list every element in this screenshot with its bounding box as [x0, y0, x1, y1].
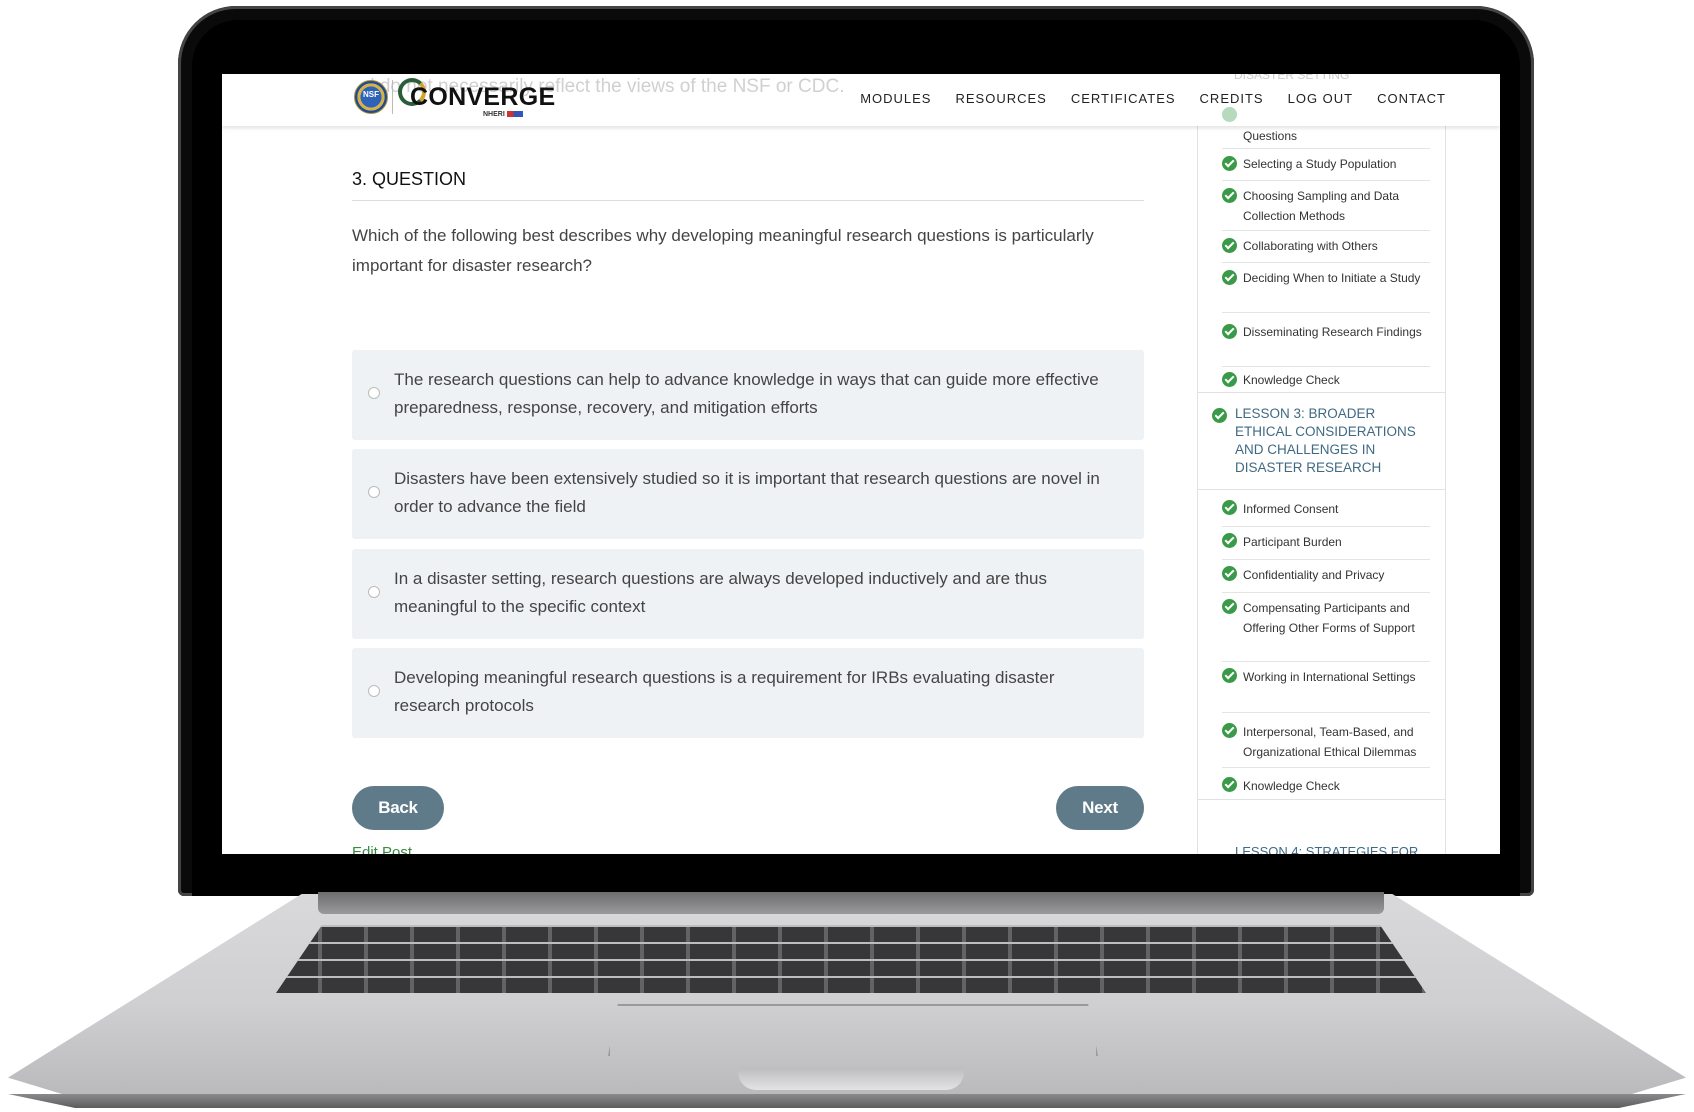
sidebar-item-international[interactable]: Working in International Settings [1222, 662, 1430, 713]
laptop-lid-notch [738, 1068, 964, 1090]
sidebar-item-label: Deciding When to Initiate a Study [1243, 271, 1421, 285]
faded-check-icon [1222, 107, 1237, 122]
question-divider [352, 200, 1144, 201]
sidebar-ghost-heading: DISASTER SETTING [1234, 74, 1350, 82]
answer-option-text: Disasters have been extensively studied … [394, 469, 1100, 516]
lesson-title: LESSON 3: BROADER ETHICAL CONSIDERATIONS… [1235, 406, 1416, 475]
answer-option-3[interactable]: In a disaster setting, research question… [352, 549, 1144, 639]
check-icon [1222, 324, 1237, 339]
check-icon [1222, 599, 1237, 614]
check-icon [1222, 723, 1237, 738]
radio-button[interactable] [368, 586, 380, 598]
check-icon [1222, 777, 1237, 792]
radio-button[interactable] [368, 685, 380, 697]
sidebar-item-confidentiality[interactable]: Confidentiality and Privacy [1222, 560, 1430, 593]
answer-option-text: The research questions can help to advan… [394, 370, 1099, 417]
check-icon [1222, 500, 1237, 515]
sidebar-item-participant-burden[interactable]: Participant Burden [1222, 527, 1430, 560]
nheri-logo-text: NHERI [483, 111, 505, 118]
keyboard-rows [276, 925, 1426, 993]
sidebar-item-label: Informed Consent [1243, 502, 1339, 516]
sidebar-item-label: Choosing Sampling and Data Collection Me… [1243, 189, 1400, 223]
answer-option-text: In a disaster setting, research question… [394, 569, 1047, 616]
sidebar-item-label: Working in International Settings [1243, 670, 1416, 684]
sidebar-lesson-4[interactable]: LESSON 4: STRATEGIES FOR [1198, 799, 1445, 854]
check-icon [1222, 566, 1237, 581]
answer-option-1[interactable]: The research questions can help to advan… [352, 350, 1144, 440]
nav-resources[interactable]: RESOURCES [955, 91, 1046, 106]
nav-certificates[interactable]: CERTIFICATES [1071, 91, 1176, 106]
logo-divider [392, 80, 393, 114]
sidebar-item-disseminating[interactable]: Disseminating Research Findings [1222, 318, 1430, 367]
sidebar-item-ethical-dilemmas[interactable]: Interpersonal, Team-Based, and Organizat… [1222, 717, 1430, 768]
sidebar-item-label: Participant Burden [1243, 535, 1342, 549]
nheri-mark-icon [507, 111, 523, 117]
laptop-trackpad [608, 1004, 1098, 1056]
nsf-seal-text: NSF [363, 90, 379, 99]
main-nav: MODULES RESOURCES CERTIFICATES CREDITS L… [860, 91, 1446, 106]
laptop-foot [8, 1094, 1686, 1108]
check-icon [1222, 188, 1237, 203]
check-icon [1222, 668, 1237, 683]
nsf-seal-logo: NSF [354, 80, 388, 114]
sidebar-item-label: Collaborating with Others [1243, 239, 1378, 253]
laptop-hinge [318, 892, 1384, 914]
sidebar-item-label: Selecting a Study Population [1243, 157, 1397, 171]
sidebar-item-collaborating[interactable]: Collaborating with Others [1222, 232, 1430, 263]
sidebar-item-initiate-study[interactable]: Deciding When to Initiate a Study [1222, 264, 1430, 313]
sidebar-item-label: Knowledge Check [1243, 779, 1340, 793]
check-icon [1212, 408, 1227, 423]
question-title: 3. QUESTION [352, 169, 467, 189]
sidebar-item-label: Confidentiality and Privacy [1243, 568, 1385, 582]
back-button[interactable]: Back [352, 786, 444, 830]
nav-contact[interactable]: CONTACT [1377, 91, 1446, 106]
next-button[interactable]: Next [1056, 786, 1144, 830]
answer-option-text: Developing meaningful research questions… [394, 668, 1055, 715]
nav-modules[interactable]: MODULES [860, 91, 931, 106]
sidebar-item-label: Interpersonal, Team-Based, and Organizat… [1243, 725, 1417, 759]
sidebar-item-study-population[interactable]: Selecting a Study Population [1222, 150, 1430, 181]
answer-option-4[interactable]: Developing meaningful research questions… [352, 648, 1144, 738]
radio-button[interactable] [368, 486, 380, 498]
sidebar-item-label: Compensating Participants and Offering O… [1243, 601, 1415, 635]
nav-credits[interactable]: CREDITS [1200, 91, 1264, 106]
nav-log-out[interactable]: LOG OUT [1288, 91, 1354, 106]
sidebar-item-compensating[interactable]: Compensating Participants and Offering O… [1222, 593, 1430, 662]
converge-logo-text[interactable]: CONVERGE [410, 83, 555, 112]
sidebar-item-label: Disseminating Research Findings [1243, 325, 1422, 339]
check-icon [1222, 270, 1237, 285]
check-icon [1222, 372, 1237, 387]
browser-screen: 3. QUESTION Which of the following best … [222, 74, 1500, 854]
lesson-title-partial: LESSON 4: STRATEGIES FOR [1235, 844, 1419, 854]
course-sidebar: DISASTER SETTING Developing Meaningful R… [1197, 74, 1446, 854]
sidebar-item-sampling-methods[interactable]: Choosing Sampling and Data Collection Me… [1222, 182, 1430, 231]
check-icon [1222, 156, 1237, 171]
sidebar-item-label: Knowledge Check [1243, 373, 1340, 387]
edit-post-link[interactable]: Edit Post [352, 844, 412, 854]
question-text: Which of the following best describes wh… [352, 226, 1094, 275]
sidebar-item-informed-consent[interactable]: Informed Consent [1222, 494, 1430, 527]
check-icon [1222, 238, 1237, 253]
radio-button[interactable] [368, 387, 380, 399]
check-icon [1222, 533, 1237, 548]
sidebar-lesson-3[interactable]: LESSON 3: BROADER ETHICAL CONSIDERATIONS… [1198, 392, 1445, 490]
answer-option-2[interactable]: Disasters have been extensively studied … [352, 449, 1144, 539]
